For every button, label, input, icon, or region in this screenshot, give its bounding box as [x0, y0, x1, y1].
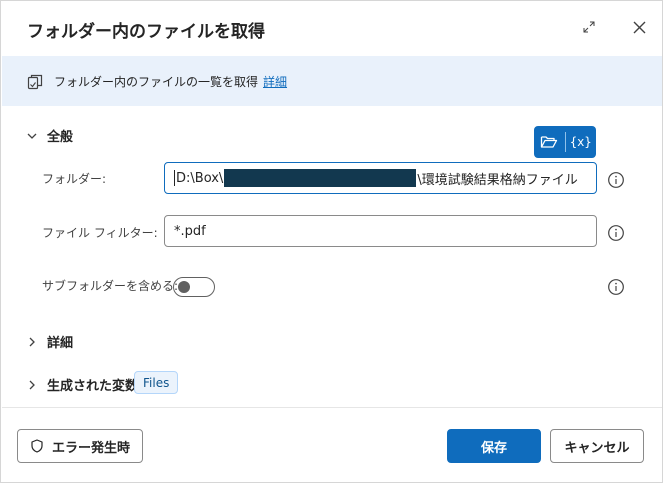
info-bar: フォルダー内のファイルの一覧を取得 詳細	[2, 56, 662, 106]
info-circle-icon[interactable]	[607, 278, 625, 296]
variable-icon: {x}	[569, 135, 592, 149]
footer-divider	[2, 407, 662, 408]
shield-icon	[31, 439, 43, 453]
on-error-button[interactable]: エラー発生時	[17, 429, 143, 463]
expand-icon	[583, 21, 595, 33]
text-caret	[174, 170, 175, 186]
chevron-down-icon	[27, 133, 37, 139]
on-error-label: エラー発生時	[51, 440, 130, 456]
section-general-label: 全般	[47, 130, 74, 145]
info-circle-icon[interactable]	[607, 171, 625, 189]
folder-value-prefix: D:\Box\	[176, 170, 224, 186]
dialog-title: フォルダー内のファイルを取得	[27, 22, 265, 42]
toggle-knob	[178, 281, 190, 293]
section-advanced-label: 詳細	[47, 336, 74, 351]
section-variables-toggle[interactable]: 生成された変数	[26, 375, 138, 394]
save-button[interactable]: 保存	[447, 429, 541, 463]
include-subfolders-toggle[interactable]	[173, 277, 215, 297]
folder-value-suffix: \環境試験結果格納ファイル	[417, 172, 578, 188]
chevron-right-icon	[29, 337, 35, 346]
cancel-button[interactable]: キャンセル	[550, 429, 644, 463]
expand-button[interactable]	[579, 17, 599, 37]
more-info-link[interactable]: 詳細	[263, 75, 287, 89]
redacted-path	[224, 169, 417, 187]
chevron-right-icon	[29, 380, 35, 389]
folder-open-icon	[541, 136, 558, 148]
copy-document-icon	[27, 74, 43, 90]
select-folder-button[interactable]	[534, 126, 565, 158]
folder-label: フォルダー:	[42, 172, 107, 186]
close-button[interactable]	[629, 17, 649, 37]
close-icon	[633, 21, 645, 33]
dialog: フォルダー内のファイルを取得 フォルダー内のファイルの一覧を取得 詳細 全般 {…	[0, 0, 663, 483]
file-filter-value: *.pdf	[174, 223, 206, 239]
section-advanced-toggle[interactable]: 詳細	[26, 332, 73, 351]
info-description: フォルダー内のファイルの一覧を取得	[54, 75, 259, 89]
section-variables-label: 生成された変数	[47, 379, 139, 394]
file-filter-input[interactable]: *.pdf	[164, 215, 597, 247]
info-circle-icon[interactable]	[607, 224, 625, 242]
include-subfolders-label: サブフォルダーを含める:	[42, 279, 179, 293]
section-general-toggle[interactable]: 全般	[26, 126, 73, 145]
insert-variable-button[interactable]: {x}	[566, 126, 597, 158]
info-text: フォルダー内のファイルの一覧を取得 詳細	[54, 73, 287, 90]
folder-input[interactable]: D:\Box\ \環境試験結果格納ファイル	[164, 162, 597, 194]
variable-badge-files[interactable]: Files	[134, 371, 179, 394]
field-action-bar: {x}	[534, 126, 596, 158]
file-filter-label: ファイル フィルター:	[42, 226, 158, 240]
title-bar: フォルダー内のファイルを取得	[1, 1, 662, 55]
